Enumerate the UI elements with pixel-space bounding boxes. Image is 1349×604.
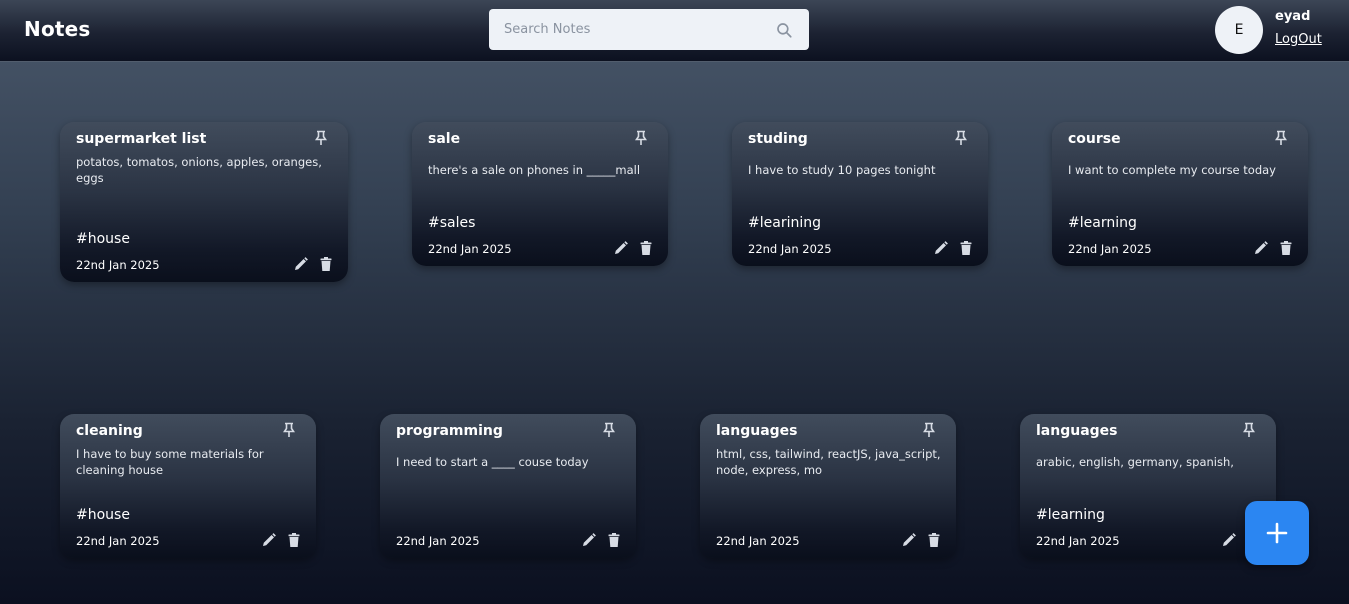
avatar: E: [1215, 6, 1263, 54]
app-title: Notes: [24, 17, 91, 41]
note-date: 22nd Jan 2025: [76, 258, 160, 272]
pin-icon[interactable]: [922, 422, 936, 438]
note-tag: #house: [76, 231, 130, 247]
note-title: cleaning: [76, 423, 143, 439]
note-date: 22nd Jan 2025: [748, 242, 832, 256]
pin-icon[interactable]: [282, 422, 296, 438]
note-card[interactable]: programming I need to start a ____ couse…: [380, 414, 636, 558]
trash-icon[interactable]: [638, 240, 654, 256]
trash-icon[interactable]: [318, 256, 334, 272]
note-card[interactable]: course I want to complete my course toda…: [1052, 122, 1308, 266]
search-input[interactable]: [489, 9, 769, 50]
note-tag: #house: [76, 507, 130, 523]
pin-icon[interactable]: [954, 130, 968, 146]
note-title: programming: [396, 423, 503, 439]
note-title: course: [1068, 131, 1121, 147]
note-date: 22nd Jan 2025: [428, 242, 512, 256]
username: eyad: [1275, 9, 1311, 24]
pin-icon[interactable]: [314, 130, 328, 146]
edit-icon[interactable]: [901, 532, 917, 548]
note-title: studing: [748, 131, 808, 147]
note-date: 22nd Jan 2025: [1068, 242, 1152, 256]
edit-icon[interactable]: [1253, 240, 1269, 256]
edit-icon[interactable]: [1221, 532, 1237, 548]
plus-icon: [1266, 522, 1288, 544]
note-content: I need to start a ____ couse today: [396, 455, 589, 469]
note-content: I have to study 10 pages tonight: [748, 163, 936, 177]
note-title: languages: [716, 423, 798, 439]
note-title: languages: [1036, 423, 1118, 439]
pin-icon[interactable]: [1274, 130, 1288, 146]
note-content: I want to complete my course today: [1068, 163, 1276, 177]
note-card[interactable]: sale there's a sale on phones in _____ma…: [412, 122, 668, 266]
note-content: I have to buy some materials for cleanin…: [76, 447, 264, 477]
note-date: 22nd Jan 2025: [396, 534, 480, 548]
note-content: there's a sale on phones in _____mall: [428, 163, 641, 177]
note-tag: #learining: [748, 215, 821, 231]
note-tag: #learning: [1068, 215, 1137, 231]
pin-icon[interactable]: [602, 422, 616, 438]
note-tag: #sales: [428, 215, 476, 231]
note-tag: #learning: [1036, 507, 1105, 523]
trash-icon[interactable]: [958, 240, 974, 256]
note-title: supermarket list: [76, 131, 207, 147]
pin-icon[interactable]: [634, 130, 648, 146]
note-card[interactable]: cleaning I have to buy some materials fo…: [60, 414, 316, 558]
note-card[interactable]: languages arabic, english, germany, span…: [1020, 414, 1276, 558]
search-icon[interactable]: [775, 21, 793, 39]
note-card[interactable]: languages html, css, tailwind, reactJS, …: [700, 414, 956, 558]
note-date: 22nd Jan 2025: [716, 534, 800, 548]
edit-icon[interactable]: [293, 256, 309, 272]
trash-icon[interactable]: [926, 532, 942, 548]
trash-icon[interactable]: [606, 532, 622, 548]
trash-icon[interactable]: [1278, 240, 1294, 256]
note-date: 22nd Jan 2025: [76, 534, 160, 548]
note-card[interactable]: studing I have to study 10 pages tonight…: [732, 122, 988, 266]
edit-icon[interactable]: [933, 240, 949, 256]
trash-icon[interactable]: [286, 532, 302, 548]
note-content: html, css, tailwind, reactJS, java_scrip…: [716, 447, 941, 477]
edit-icon[interactable]: [261, 532, 277, 548]
note-title: sale: [428, 131, 461, 147]
note-content: potatos, tomatos, onions, apples, orange…: [76, 155, 322, 185]
edit-icon[interactable]: [581, 532, 597, 548]
add-note-button[interactable]: [1245, 501, 1309, 565]
note-card[interactable]: supermarket list potatos, tomatos, onion…: [60, 122, 348, 282]
logout-link[interactable]: LogOut: [1275, 32, 1322, 47]
navbar: Notes E eyad LogOut: [0, 0, 1349, 62]
note-content: arabic, english, germany, spanish,: [1036, 455, 1234, 469]
note-date: 22nd Jan 2025: [1036, 534, 1120, 548]
edit-icon[interactable]: [613, 240, 629, 256]
search-box[interactable]: [489, 9, 809, 50]
pin-icon[interactable]: [1242, 422, 1256, 438]
